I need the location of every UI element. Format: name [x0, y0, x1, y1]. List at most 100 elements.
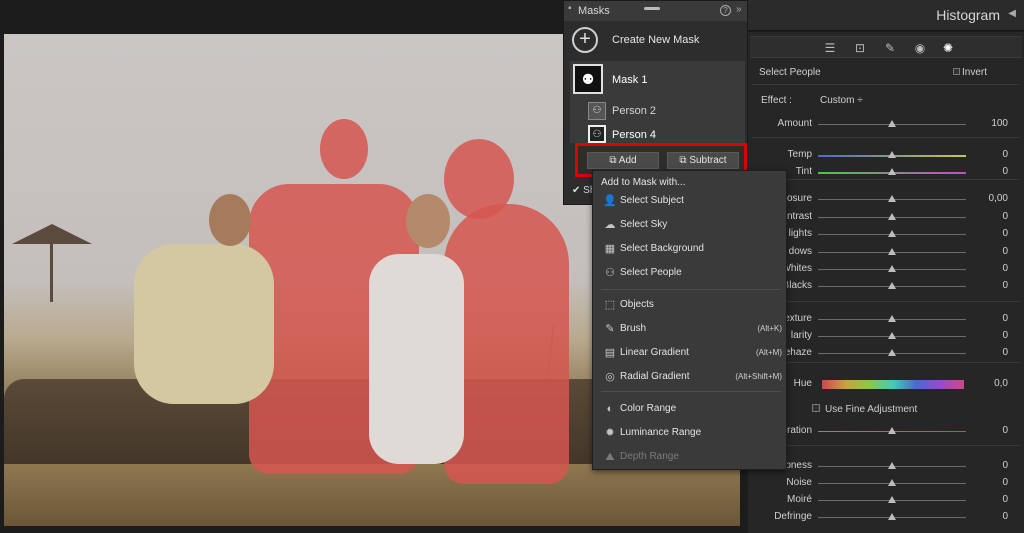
slider-knob[interactable]: [888, 315, 896, 322]
menu-item-label: Radial Gradient: [620, 371, 690, 382]
menu-item-brush[interactable]: ✎ Brush (Alt+K): [593, 319, 786, 339]
mask-1-item[interactable]: ⚉ Mask 1 ⚇ Person 2 ⚇ Person 4: [570, 61, 745, 143]
create-new-mask-button[interactable]: +: [572, 27, 598, 53]
slider-row-15: Moiré 0: [748, 492, 1024, 509]
slider-knob[interactable]: [888, 195, 896, 202]
expand-icon[interactable]: »: [736, 4, 742, 15]
slider-knob[interactable]: [888, 120, 896, 127]
slider-value[interactable]: 0: [1002, 460, 1008, 471]
edit-sliders-icon[interactable]: ☰: [822, 40, 838, 56]
menu-header: Add to Mask with...: [601, 177, 686, 188]
edit-panel: ☰ ⊡ ✎ ◉ ✺ Select People Invert Effect : …: [748, 32, 1024, 533]
slider-value[interactable]: 100: [991, 118, 1008, 129]
slider-row-11: ehaze 0: [748, 345, 1024, 362]
slider-label: larity: [790, 330, 812, 341]
people-icon: ⚇: [605, 267, 615, 279]
masking-icon[interactable]: ✺: [940, 40, 956, 56]
slider-value[interactable]: 0: [1002, 280, 1008, 291]
divider: [752, 137, 1020, 138]
hue-value[interactable]: 0,0: [994, 378, 1008, 389]
slider-knob[interactable]: [888, 427, 896, 434]
fine-adjustment-checkbox[interactable]: [812, 404, 820, 412]
panel-menu-icon[interactable]: ▪: [568, 3, 572, 14]
slider-value[interactable]: 0: [1002, 511, 1008, 522]
menu-item-radial-gradient[interactable]: ◎ Radial Gradient (Alt+Shift+M): [593, 367, 786, 387]
slider-knob[interactable]: [888, 496, 896, 503]
menu-item-select-people[interactable]: ⚇ Select People: [593, 263, 786, 283]
slider-value[interactable]: 0: [1002, 263, 1008, 274]
menu-item-select-sky[interactable]: ☁ Select Sky: [593, 215, 786, 235]
menu-item-label: Linear Gradient: [620, 347, 689, 358]
menu-item-label: Depth Range: [620, 451, 679, 462]
red-eye-icon[interactable]: ◉: [912, 40, 928, 56]
slider-value[interactable]: 0: [1002, 425, 1008, 436]
slider-knob[interactable]: [888, 151, 896, 158]
slider-row-16: Defringe 0: [748, 509, 1024, 526]
slider-value[interactable]: 0: [1002, 313, 1008, 324]
add-button[interactable]: ⧉ Add: [587, 152, 659, 169]
divider: [752, 84, 1020, 85]
menu-item-select-subject[interactable]: 👤 Select Subject: [593, 191, 786, 211]
slider-value[interactable]: 0: [1002, 477, 1008, 488]
menu-item-luminance-range[interactable]: ✹ Luminance Range: [593, 423, 786, 443]
slider-label: osure: [786, 193, 812, 204]
slider-knob[interactable]: [888, 462, 896, 469]
slider-knob[interactable]: [888, 349, 896, 356]
slider-label: ehaze: [784, 347, 812, 358]
slider-knob[interactable]: [888, 265, 896, 272]
slider-value[interactable]: 0: [1002, 166, 1008, 177]
slider-value[interactable]: 0: [1002, 228, 1008, 239]
slider-value[interactable]: 0: [1002, 211, 1008, 222]
menu-item-objects[interactable]: ⬚ Objects: [593, 295, 786, 315]
slider-label: lights: [788, 228, 812, 239]
background-icon: ▦: [604, 243, 616, 255]
mask-1-label[interactable]: Mask 1: [612, 74, 647, 86]
menu-item-linear-gradient[interactable]: ▤ Linear Gradient (Alt+M): [593, 343, 786, 363]
healing-icon[interactable]: ✎: [882, 40, 898, 56]
mask-overlay-woman-head: [444, 139, 514, 219]
help-icon[interactable]: ?: [720, 5, 731, 16]
menu-item-label: Objects: [620, 299, 654, 310]
menu-item-select-background[interactable]: ▦ Select Background: [593, 239, 786, 259]
hue-slider[interactable]: [822, 380, 964, 389]
invert-checkbox[interactable]: [953, 68, 960, 75]
menu-item-color-range[interactable]: ◐ Color Range: [593, 399, 786, 419]
luminance-range-icon: ✹: [605, 427, 615, 439]
drag-handle[interactable]: [644, 7, 660, 10]
histogram-header[interactable]: Histogram ◀: [748, 0, 1024, 31]
menu-item-shortcut: (Alt+K): [757, 324, 782, 333]
slider-knob[interactable]: [888, 168, 896, 175]
add-label: Add: [618, 155, 637, 166]
mask-1-thumbnail[interactable]: ⚉: [573, 64, 603, 94]
effect-label: Effect :: [761, 95, 792, 106]
slider-value[interactable]: 0: [1002, 149, 1008, 160]
slider-knob[interactable]: [888, 513, 896, 520]
slider-knob[interactable]: [888, 230, 896, 237]
person-4-label[interactable]: Person 4: [612, 129, 656, 141]
masks-header[interactable]: ▪ Masks ? »: [564, 1, 747, 21]
slider-value[interactable]: 0: [1002, 246, 1008, 257]
slider-knob[interactable]: [888, 479, 896, 486]
crop-icon[interactable]: ⊡: [852, 40, 868, 56]
slider-value[interactable]: 0,00: [989, 193, 1008, 204]
slider-value[interactable]: 0: [1002, 330, 1008, 341]
collapse-triangle-icon[interactable]: ◀: [1008, 8, 1016, 19]
effect-dropdown[interactable]: Custom ÷: [820, 95, 863, 106]
slider-knob[interactable]: [888, 332, 896, 339]
slider-label: Tint: [795, 166, 812, 177]
person-2-thumbnail[interactable]: ⚇: [588, 102, 606, 120]
slider-knob[interactable]: [888, 282, 896, 289]
menu-item-label: Brush: [620, 323, 647, 334]
person-4-thumbnail[interactable]: ⚇: [588, 125, 606, 143]
menu-item-label: Select Sky: [620, 219, 668, 230]
person-2-label[interactable]: Person 2: [612, 105, 656, 117]
slider-value[interactable]: 0: [1002, 347, 1008, 358]
slider-label: ration: [786, 425, 812, 436]
subtract-button[interactable]: ⧉ Subtract: [667, 152, 739, 169]
slider-knob[interactable]: [888, 213, 896, 220]
slider-value[interactable]: 0: [1002, 494, 1008, 505]
create-new-mask-label[interactable]: Create New Mask: [612, 34, 699, 46]
person-icon: 👤: [603, 195, 617, 207]
slider-label: Defringe: [774, 511, 812, 522]
slider-knob[interactable]: [888, 248, 896, 255]
